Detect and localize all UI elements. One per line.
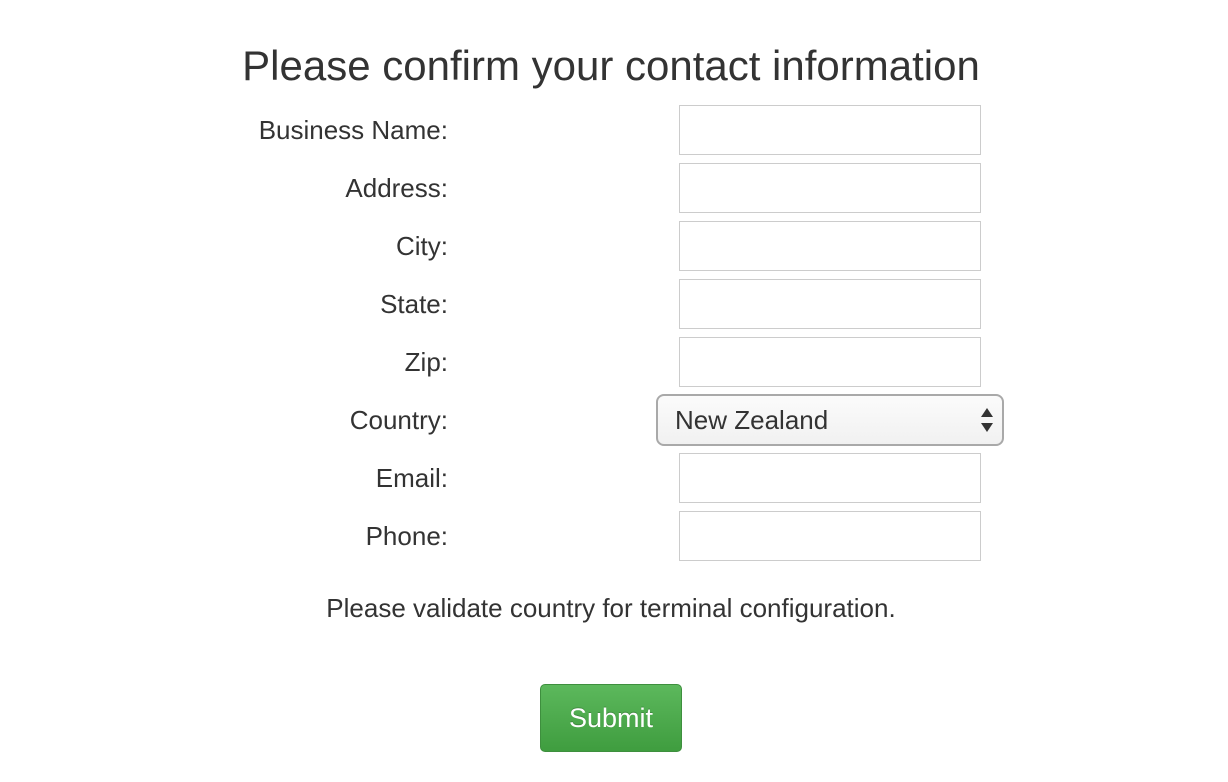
state-input[interactable] xyxy=(679,279,981,329)
page-title: Please confirm your contact information xyxy=(242,42,980,89)
phone-row: Phone: xyxy=(0,511,1228,561)
state-label: State: xyxy=(380,289,448,319)
address-row: Address: xyxy=(0,163,1228,213)
business-name-input[interactable] xyxy=(679,105,981,155)
zip-row: Zip: xyxy=(0,337,1228,387)
city-label: City: xyxy=(396,231,448,261)
business-name-label: Business Name: xyxy=(258,115,448,145)
business-name-row: Business Name: xyxy=(0,105,1228,155)
address-label: Address: xyxy=(345,173,448,203)
zip-label: Zip: xyxy=(404,347,448,377)
address-input[interactable] xyxy=(679,163,981,213)
up-down-arrows-icon xyxy=(980,407,994,433)
country-select[interactable]: New Zealand xyxy=(656,394,1004,446)
submit-button[interactable]: Submit xyxy=(540,684,682,752)
country-row: Country: New Zealand xyxy=(0,394,1228,446)
country-validation-note: Please validate country for terminal con… xyxy=(326,593,896,623)
country-label: Country: xyxy=(349,405,448,435)
city-input[interactable] xyxy=(679,221,981,271)
email-input[interactable] xyxy=(679,453,981,503)
zip-input[interactable] xyxy=(679,337,981,387)
email-row: Email: xyxy=(0,453,1228,503)
phone-label: Phone: xyxy=(365,521,448,551)
email-label: Email: xyxy=(375,463,448,493)
city-row: City: xyxy=(0,221,1228,271)
country-select-value: New Zealand xyxy=(675,405,829,435)
state-row: State: xyxy=(0,279,1228,329)
phone-input[interactable] xyxy=(679,511,981,561)
